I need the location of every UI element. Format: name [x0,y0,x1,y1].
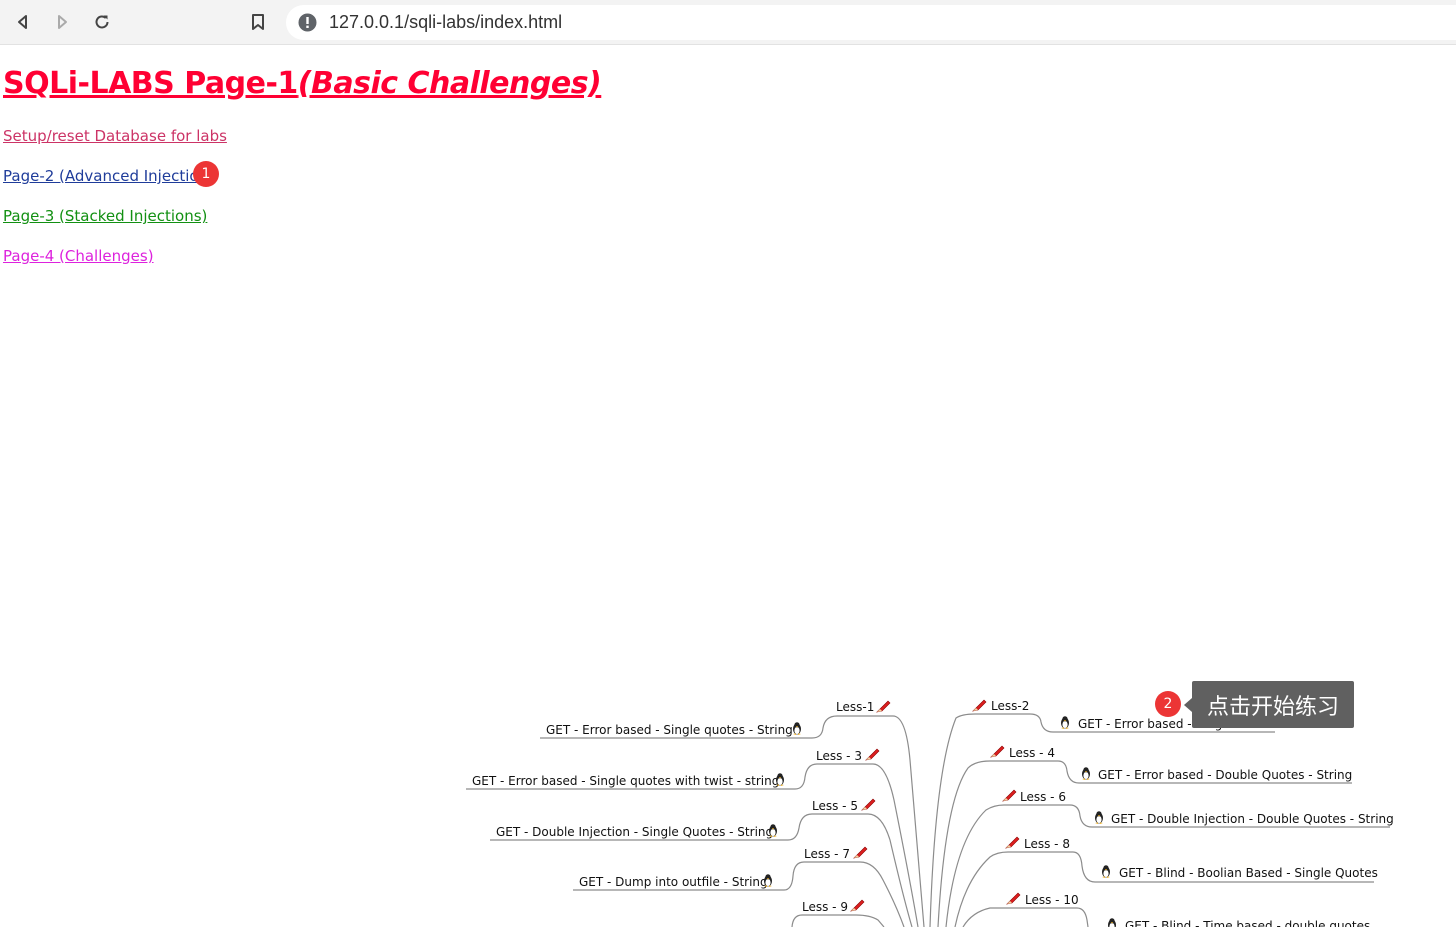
mindmap-node-less-5[interactable]: Less - 5 GET - Double Injection - Single… [496,798,876,839]
step-badge-1: 1 [193,161,219,187]
mindmap-node-less-9[interactable]: Less - 9 [802,899,865,914]
lesson-label: Less - 5 [812,799,858,813]
lesson-label: Less - 4 [1009,746,1055,760]
pencil-icon [861,798,876,811]
lesson-description: GET - Dump into outfile - String [579,875,768,889]
lesson-label: Less-2 [991,699,1029,713]
step-badge-2: 2 [1155,691,1181,717]
penguin-icon [1095,811,1103,824]
pencil-icon [865,748,880,761]
pencil-icon [1002,789,1017,802]
lesson-description: GET - Double Injection - Double Quotes -… [1111,812,1394,826]
pencil-icon [990,745,1005,758]
penguin-icon [793,722,801,735]
mindmap-node-less-4[interactable]: Less - 4 GET - Error based - Double Quot… [990,745,1352,782]
mindmap-node-less-1[interactable]: Less-1 GET - Error based - Single quotes… [546,700,891,737]
mindmap-right-branch: Less-2 GET - Error based - Intiger based… [972,699,1394,927]
lesson-description: GET - Blind - Time based - double quotes [1125,919,1370,927]
penguin-icon [1082,767,1090,780]
start-practice-tooltip: 点击开始练习 [1184,681,1354,728]
mindmap-node-less-6[interactable]: Less - 6 GET - Double Injection - Double… [1002,789,1394,826]
lesson-description: GET - Blind - Boolian Based - Single Quo… [1119,866,1378,880]
lesson-label: Less - 7 [804,847,850,861]
mindmap-node-less-10[interactable]: Less - 10 GET - Blind - Time based - dou… [1006,892,1370,927]
pencil-icon [972,699,987,712]
pencil-icon [853,846,868,859]
pencil-icon [1006,892,1021,905]
lesson-label: Less-1 [836,700,874,714]
penguin-icon [1102,865,1110,878]
lesson-label: Less - 10 [1025,893,1079,907]
pencil-icon [876,700,891,713]
lesson-label: Less - 6 [1020,790,1066,804]
pencil-icon [1005,836,1020,849]
lesson-label: Less - 3 [816,749,862,763]
lesson-description: GET - Error based - Double Quotes - Stri… [1098,768,1352,782]
mindmap-node-less-8[interactable]: Less - 8 GET - Blind - Boolian Based - S… [1005,836,1378,880]
lesson-description: GET - Error based - Single quotes with t… [472,774,779,788]
lesson-label: Less - 9 [802,900,848,914]
lesson-label: Less - 8 [1024,837,1070,851]
pencil-icon [850,899,865,912]
mindmap-node-less-3[interactable]: Less - 3 GET - Error based - Single quot… [472,748,880,788]
penguin-icon [1108,918,1116,927]
lessons-mindmap: Less-1 GET - Error based - Single quotes… [466,699,1394,927]
penguin-icon [1061,716,1069,729]
mindmap-left-branch: Less-1 GET - Error based - Single quotes… [472,700,891,914]
lesson-description: GET - Double Injection - Single Quotes -… [496,825,773,839]
mindmap-node-less-7[interactable]: Less - 7 GET - Dump into outfile - Strin… [579,846,868,889]
lesson-description: GET - Error based - Single quotes - Stri… [546,723,793,737]
